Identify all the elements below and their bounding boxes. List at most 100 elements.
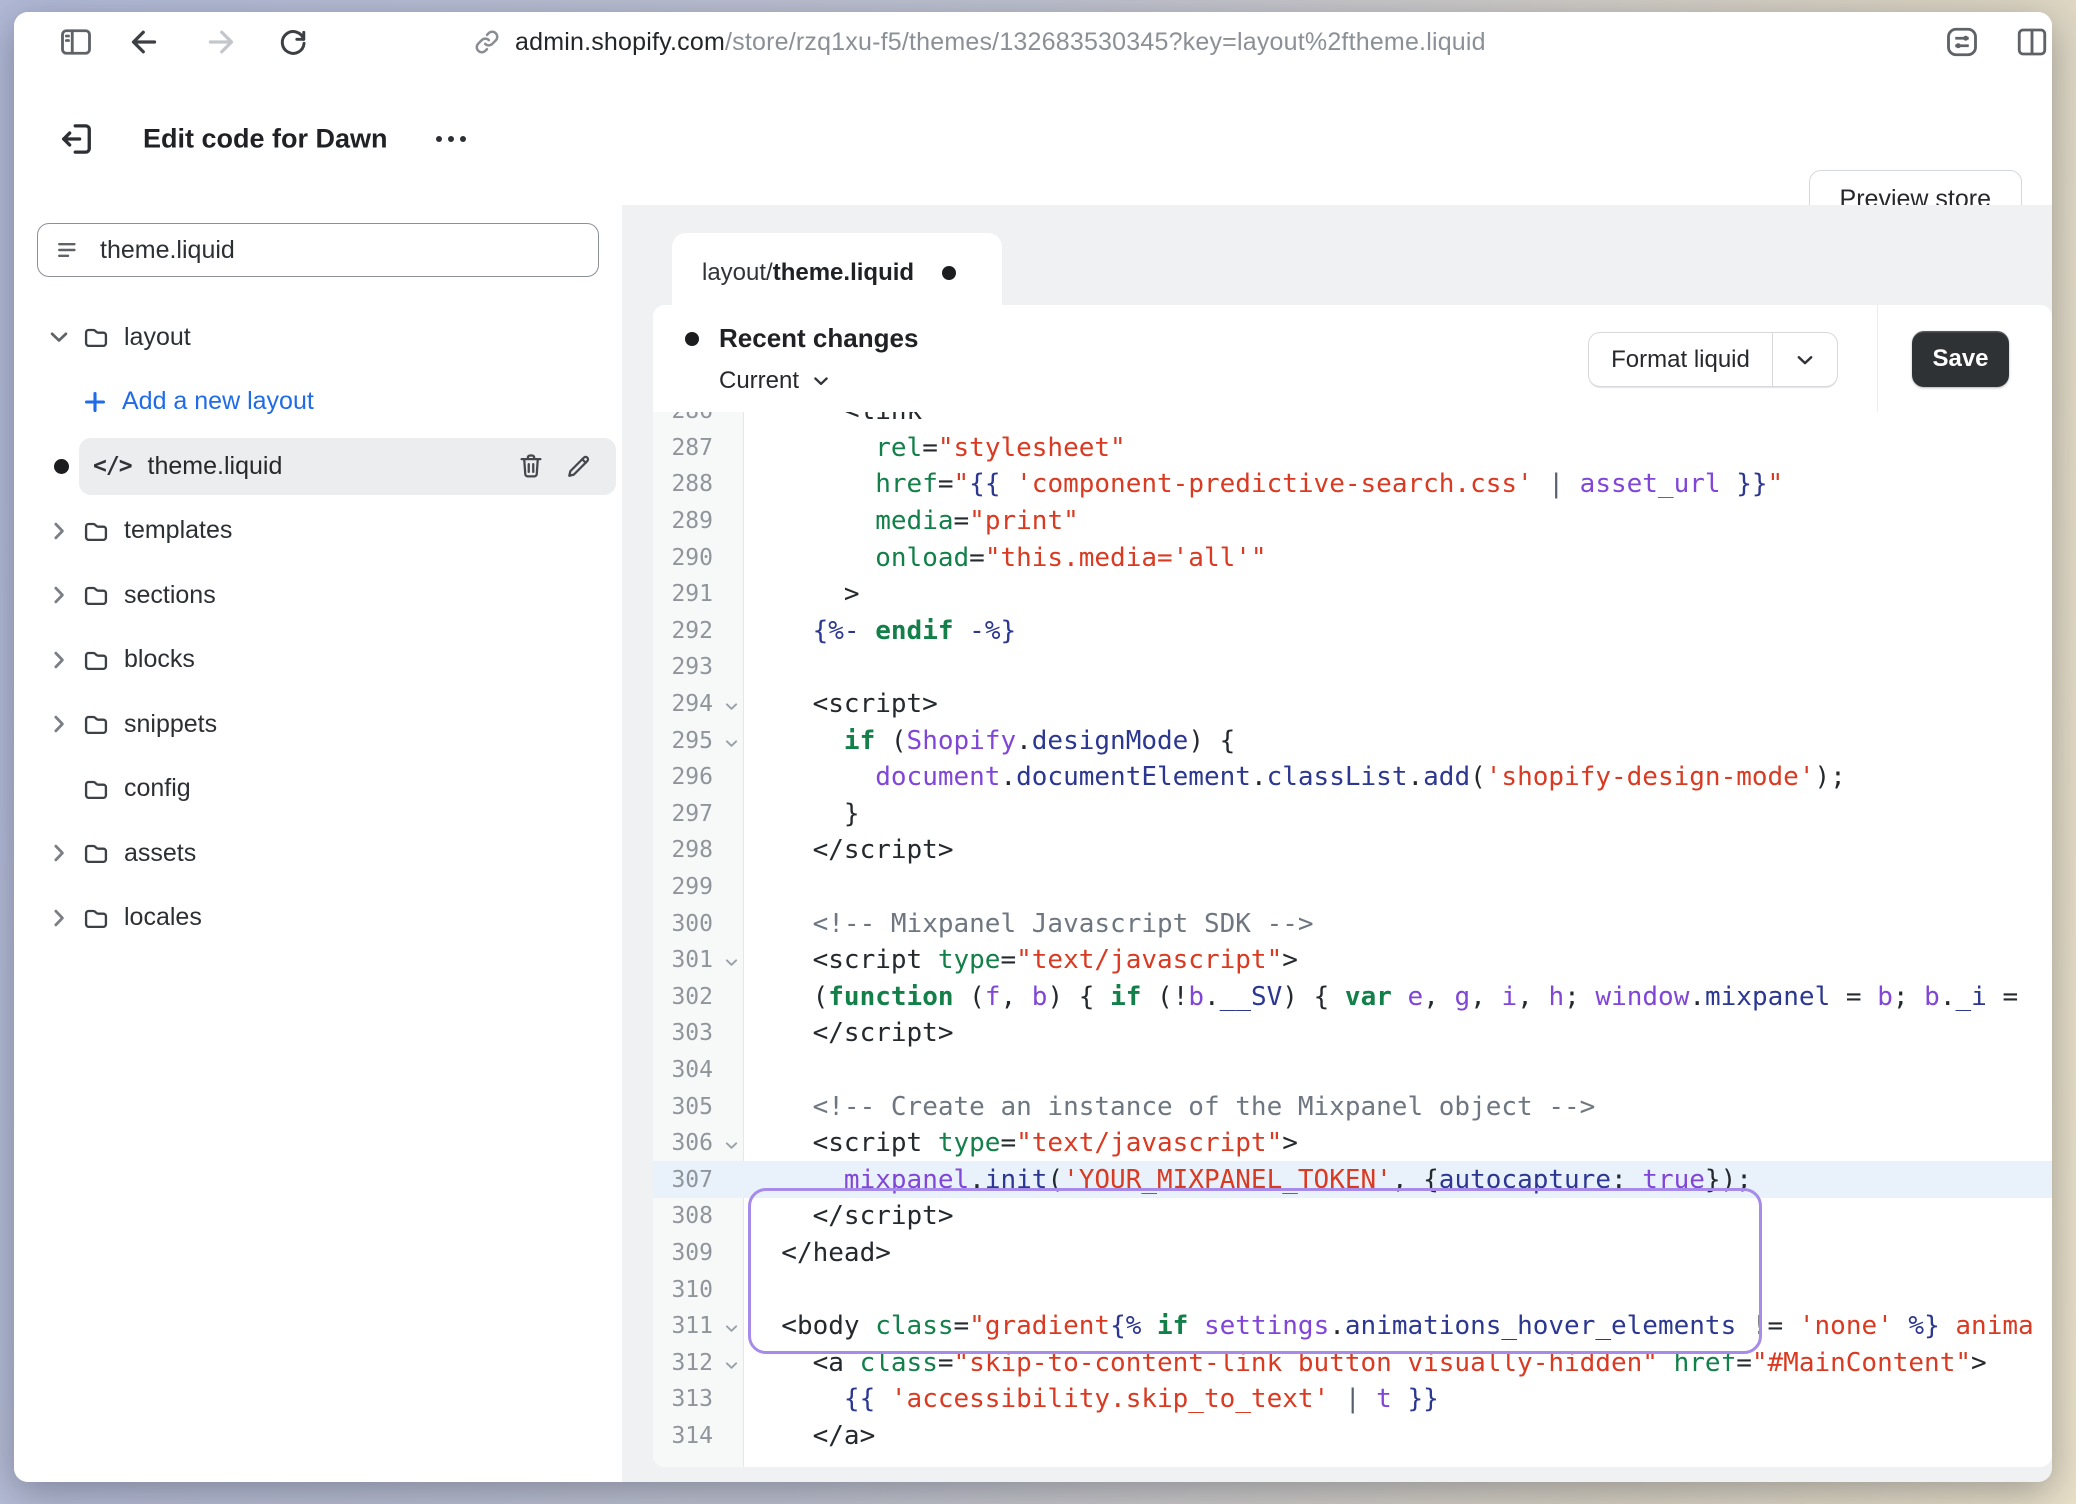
code-line: 309 </head> bbox=[653, 1235, 2052, 1272]
version-dropdown[interactable]: Current bbox=[719, 367, 831, 395]
line-number: 308 bbox=[671, 1203, 713, 1229]
line-number: 297 bbox=[671, 801, 713, 827]
url-bar[interactable]: admin.shopify.com/store/rzq1xu-f5/themes… bbox=[472, 12, 1486, 72]
page-settings-icon[interactable] bbox=[1944, 24, 1980, 60]
line-number: 290 bbox=[671, 545, 713, 571]
tree-item-label: config bbox=[124, 774, 191, 803]
line-number: 312 bbox=[671, 1350, 713, 1376]
selected-file-pill[interactable]: </>theme.liquid bbox=[79, 438, 616, 495]
unsaved-dot bbox=[942, 266, 956, 280]
line-number: 289 bbox=[671, 508, 713, 534]
tree-item-layout[interactable]: layout bbox=[14, 305, 622, 370]
save-button[interactable]: Save bbox=[1912, 331, 2009, 387]
more-options-button[interactable] bbox=[426, 126, 476, 152]
folder-icon bbox=[82, 581, 110, 609]
line-number: 299 bbox=[671, 874, 713, 900]
version-label: Current bbox=[719, 367, 799, 395]
fold-toggle[interactable] bbox=[724, 955, 739, 970]
code-line: 290 onload="this.media='all'" bbox=[653, 539, 2052, 576]
tree-item-templates[interactable]: templates bbox=[14, 499, 622, 564]
file-search-input[interactable] bbox=[98, 235, 582, 266]
folder-icon bbox=[82, 323, 110, 351]
code-text: onload="this.media='all'" bbox=[743, 543, 1267, 573]
pencil-icon bbox=[564, 451, 594, 481]
fold-toggle[interactable] bbox=[724, 1358, 739, 1373]
fold-icon bbox=[724, 1358, 739, 1373]
add-new-layout-action[interactable]: Add a new layout bbox=[14, 370, 622, 435]
tree-item-assets[interactable]: assets bbox=[14, 821, 622, 886]
file-search-box[interactable] bbox=[37, 223, 599, 277]
fold-icon bbox=[724, 736, 739, 751]
tree-item-label: sections bbox=[124, 581, 216, 610]
chevron-right-icon bbox=[48, 520, 70, 542]
forward-icon[interactable] bbox=[203, 24, 239, 60]
sidebar-toggle-icon[interactable] bbox=[58, 24, 94, 60]
file-tree: layoutAdd a new layout</>theme.liquid tem… bbox=[14, 305, 622, 950]
chevron-right-icon bbox=[48, 713, 70, 735]
code-text: mixpanel.init('YOUR_MIXPANEL_TOKEN', {au… bbox=[743, 1165, 1752, 1195]
format-liquid-dropdown[interactable] bbox=[1772, 333, 1837, 386]
page-title: Edit code for Dawn bbox=[143, 123, 388, 154]
code-line: 296 document.documentElement.classList.a… bbox=[653, 759, 2052, 796]
code-editor-tab[interactable]: layout/theme.liquid bbox=[672, 233, 1002, 313]
line-number: 291 bbox=[671, 581, 713, 607]
editor-toolbar: Recent changes Current Format liquid bbox=[653, 305, 2052, 413]
back-icon[interactable] bbox=[126, 24, 162, 60]
code-line: 303 </script> bbox=[653, 1015, 2052, 1052]
code-editor[interactable]: 286 <link287 rel="stylesheet"288 href="{… bbox=[653, 412, 2052, 1467]
chevron-down-icon bbox=[1794, 349, 1816, 371]
code-line: 310 bbox=[653, 1271, 2052, 1308]
code-line: 313 {{ 'accessibility.skip_to_text' | t … bbox=[653, 1381, 2052, 1418]
line-number: 287 bbox=[671, 435, 713, 461]
code-text: document.documentElement.classList.add('… bbox=[743, 762, 1846, 792]
exit-code-editor-button[interactable] bbox=[54, 116, 100, 162]
code-line: 291 > bbox=[653, 576, 2052, 613]
unsaved-dot bbox=[54, 459, 69, 474]
tree-item-locales[interactable]: locales bbox=[14, 886, 622, 951]
app-header: Edit code for Dawn Preview store bbox=[14, 72, 2052, 206]
code-text: <!-- Create an instance of the Mixpanel … bbox=[743, 1092, 1595, 1122]
fold-icon bbox=[724, 699, 739, 714]
rename-file-button[interactable] bbox=[564, 451, 594, 481]
code-line: 300 <!-- Mixpanel Javascript SDK --> bbox=[653, 905, 2052, 942]
url-path: /store/rzq1xu-f5/themes/132683530345?key… bbox=[725, 28, 1486, 56]
code-text: <script> bbox=[743, 689, 938, 719]
fold-toggle[interactable] bbox=[724, 699, 739, 714]
fold-toggle[interactable] bbox=[724, 736, 739, 751]
code-text: rel="stylesheet" bbox=[743, 433, 1126, 463]
format-liquid-label: Format liquid bbox=[1589, 346, 1772, 374]
tree-item-blocks[interactable]: blocks bbox=[14, 628, 622, 693]
tree-item-snippets[interactable]: snippets bbox=[14, 692, 622, 757]
reload-icon[interactable] bbox=[276, 25, 310, 59]
fold-toggle[interactable] bbox=[724, 1138, 739, 1153]
tree-item-sections[interactable]: sections bbox=[14, 563, 622, 628]
line-number: 301 bbox=[671, 947, 713, 973]
chevron-down-icon bbox=[811, 371, 831, 391]
code-line: 287 rel="stylesheet" bbox=[653, 430, 2052, 467]
tree-item-config[interactable]: config bbox=[14, 757, 622, 822]
split-view-icon[interactable] bbox=[2014, 24, 2050, 60]
code-line: 299 bbox=[653, 869, 2052, 906]
tree-item-label: snippets bbox=[124, 710, 217, 739]
code-text: <script type="text/javascript"> bbox=[743, 1128, 1298, 1158]
code-line: 312 <a class="skip-to-content-link butto… bbox=[653, 1344, 2052, 1381]
code-text: {%- endif -%} bbox=[743, 616, 1016, 646]
tree-item-label: blocks bbox=[124, 645, 195, 674]
editor-pane: layout/theme.liquid Recent changes Curre… bbox=[622, 205, 2052, 1482]
tree-item-label: templates bbox=[124, 516, 232, 545]
code-line: 298 </script> bbox=[653, 832, 2052, 869]
tree-item-theme.liquid[interactable]: </>theme.liquid bbox=[14, 434, 622, 499]
code-line: 306 <script type="text/javascript"> bbox=[653, 1125, 2052, 1162]
line-number: 306 bbox=[671, 1130, 713, 1156]
code-line: 304 bbox=[653, 1052, 2052, 1089]
format-liquid-button[interactable]: Format liquid bbox=[1588, 332, 1838, 387]
delete-file-button[interactable] bbox=[516, 451, 546, 481]
code-text: media="print" bbox=[743, 506, 1079, 536]
line-number: 300 bbox=[671, 911, 713, 937]
tree-item-label: assets bbox=[124, 839, 196, 868]
code-line: 301 <script type="text/javascript"> bbox=[653, 942, 2052, 979]
folder-icon bbox=[82, 775, 110, 803]
fold-toggle[interactable] bbox=[724, 1321, 739, 1336]
code-text: </script> bbox=[743, 835, 954, 865]
line-number: 313 bbox=[671, 1386, 713, 1412]
